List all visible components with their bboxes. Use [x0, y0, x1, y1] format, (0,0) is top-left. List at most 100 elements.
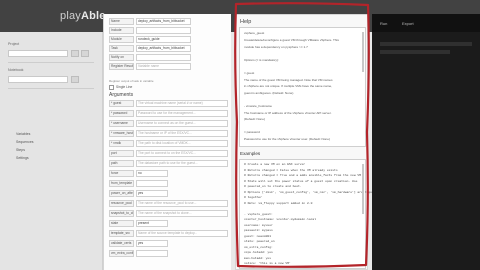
field-label: port	[109, 150, 134, 157]
app-logo[interactable]: playAble	[60, 10, 106, 22]
form-row: Task deploy_artifacts_from_bitbucket	[109, 45, 229, 52]
example-line: vcenter_hostname: vcenter.mydomain.local	[244, 218, 317, 221]
arguments-heading: Arguments	[109, 92, 134, 98]
field-label: power_on_after_clone	[109, 190, 134, 197]
field-label: state	[109, 220, 134, 227]
example-line: # Note: vm_floppy support added in 2.0	[244, 201, 313, 205]
field-label: * vmware_hostname	[109, 130, 134, 137]
field-label: * username	[109, 120, 134, 127]
notebook-add-button[interactable]	[71, 76, 79, 83]
description-line: (Default: None)	[244, 117, 265, 122]
field-input[interactable]: yes	[136, 190, 168, 197]
single-line-label: Single Line	[116, 85, 133, 89]
field-input[interactable]: Variable name	[136, 63, 191, 70]
form-row: * password Password to use for the manage…	[109, 110, 229, 117]
field-label: from_template	[109, 180, 134, 187]
field-label: validate_certs	[109, 240, 134, 247]
field-input[interactable]: The datastore path to use for the guest.…	[136, 160, 228, 167]
field-input[interactable]	[136, 27, 191, 34]
task-form-panel: Name deploy_artifacts_from_bitbucket Inclu…	[103, 14, 231, 270]
form-row: Module rundeck_guide	[109, 36, 229, 43]
module-name: vsphere_guest	[244, 31, 265, 35]
form-row: * vmware_hostnameThe hostname or IP of t…	[109, 130, 229, 137]
example-line: # powered_on to create and boot.	[244, 185, 302, 188]
field-input[interactable]: Username to connect as on the guest...	[136, 120, 228, 127]
field-label: Name	[109, 18, 134, 25]
sidebar-label-notebook: Notebook	[8, 68, 24, 72]
field-input[interactable]	[136, 54, 191, 61]
field-input[interactable]: The path to disk location of VMDK...	[136, 140, 228, 147]
form-row: vm_extra_config	[109, 250, 229, 257]
example-line: vcpu.hotadd: yes	[244, 251, 273, 254]
run-link[interactable]: Run	[380, 21, 387, 26]
field-label: Include	[109, 27, 134, 34]
description-line: = password	[244, 130, 260, 135]
form-row: Register Result Variable name	[109, 63, 229, 70]
examples-box[interactable]: # Create a new VM on an ESX server # Retu…	[239, 159, 379, 269]
output-line	[380, 42, 472, 46]
help-title: Help	[240, 19, 252, 25]
form-row: template_src Name of the source template …	[109, 230, 229, 237]
field-input[interactable]	[136, 180, 168, 187]
form-row: Include	[109, 27, 229, 34]
form-row: path The datastore path to use for the gu…	[109, 160, 229, 167]
example-line: - vsphere_guest:	[244, 212, 273, 216]
example-line: notice: 'this is a new VM'	[244, 262, 291, 265]
field-input[interactable]	[136, 250, 168, 257]
form-row: port The port to connect to on the ESX/VC…	[109, 150, 229, 157]
project-delete-button[interactable]	[81, 50, 89, 57]
field-input[interactable]: The hostname or IP of the ESX/VC...	[136, 130, 228, 137]
field-label: Task	[109, 45, 134, 52]
description-scrollbar[interactable]	[362, 32, 364, 72]
field-input[interactable]: deploy_artifacts_from_bitbucket	[136, 18, 191, 25]
single-line-checkbox[interactable]	[109, 85, 114, 90]
form-row: * username Username to connect as on the …	[109, 120, 229, 127]
examples-scrollbar[interactable]	[362, 164, 364, 214]
example-line: guest: newvm001	[244, 234, 272, 238]
form-row: snapshot_to_cloneThe name of the snapsho…	[109, 210, 229, 217]
single-line-checkbox-row[interactable]: Single Line	[109, 84, 229, 91]
field-label: vm_extra_config	[109, 250, 134, 257]
sidebar-item-sequences[interactable]: Sequences	[16, 140, 34, 144]
description-line: guest is ambiguous. (Default: None)	[244, 90, 294, 95]
output-toolbar: Run Export	[372, 14, 480, 32]
field-input[interactable]: Name of the source template to deploy...	[136, 230, 228, 237]
field-label: Notify on	[109, 54, 134, 61]
export-link[interactable]: Export	[402, 21, 414, 26]
form-row: resource_pool The name of the resource_po…	[109, 200, 229, 207]
sidebar-item-steps[interactable]: Steps	[16, 148, 25, 152]
project-add-button[interactable]	[71, 50, 79, 57]
field-label: template_src	[109, 230, 134, 237]
field-input[interactable]: deploy_artifacts_from_bitbucket	[136, 45, 191, 52]
example-line: username: myuser	[244, 223, 273, 227]
help-panel: Help vsphere_guest Create/delete/reconfi…	[235, 14, 379, 270]
sidebar: Project Notebook Variables Sequences Ste…	[0, 32, 103, 270]
sidebar-item-variables[interactable]: Variables	[16, 132, 30, 136]
example-line: mem.hotadd: yes	[244, 256, 272, 260]
field-label: * password	[109, 110, 134, 117]
example-line: password: mypass	[244, 229, 273, 232]
field-input[interactable]: The virtual machine name (serial # or na…	[136, 100, 228, 107]
field-input[interactable]: no	[136, 170, 168, 177]
field-input[interactable]: Password to use for the management...	[136, 110, 228, 117]
example-line: # State will set the power status of a g…	[244, 179, 358, 183]
sidebar-item-settings[interactable]: Settings	[16, 156, 29, 160]
description-line: in vSphere are not unique. If multiple V…	[244, 84, 333, 89]
form-row: Name deploy_artifacts_from_bitbucket	[109, 18, 229, 25]
field-input[interactable]: The port to connect to on the ESX/VC...	[136, 150, 228, 157]
form-row: from_template	[109, 180, 229, 187]
field-input[interactable]: present	[136, 220, 168, 227]
form-row: * guest The virtual machine name (serial …	[109, 100, 229, 107]
field-label: path	[109, 160, 134, 167]
field-input[interactable]: The name of the snapshot to clone...	[136, 210, 228, 217]
field-input[interactable]: The name of the resource_pool to use...	[136, 200, 228, 207]
field-label: force	[109, 170, 134, 177]
sidebar-label-project: Project	[8, 42, 20, 46]
field-input[interactable]: yes	[136, 240, 168, 247]
notebook-select[interactable]	[8, 76, 68, 83]
field-label: * vmdk	[109, 140, 134, 147]
example-line: # Returns changed = False when the VM al…	[244, 168, 338, 172]
module-description-box[interactable]: vsphere_guest Create/delete/reconfigure …	[239, 27, 366, 147]
field-input[interactable]: rundeck_guide	[136, 36, 191, 43]
project-select[interactable]	[8, 50, 68, 57]
